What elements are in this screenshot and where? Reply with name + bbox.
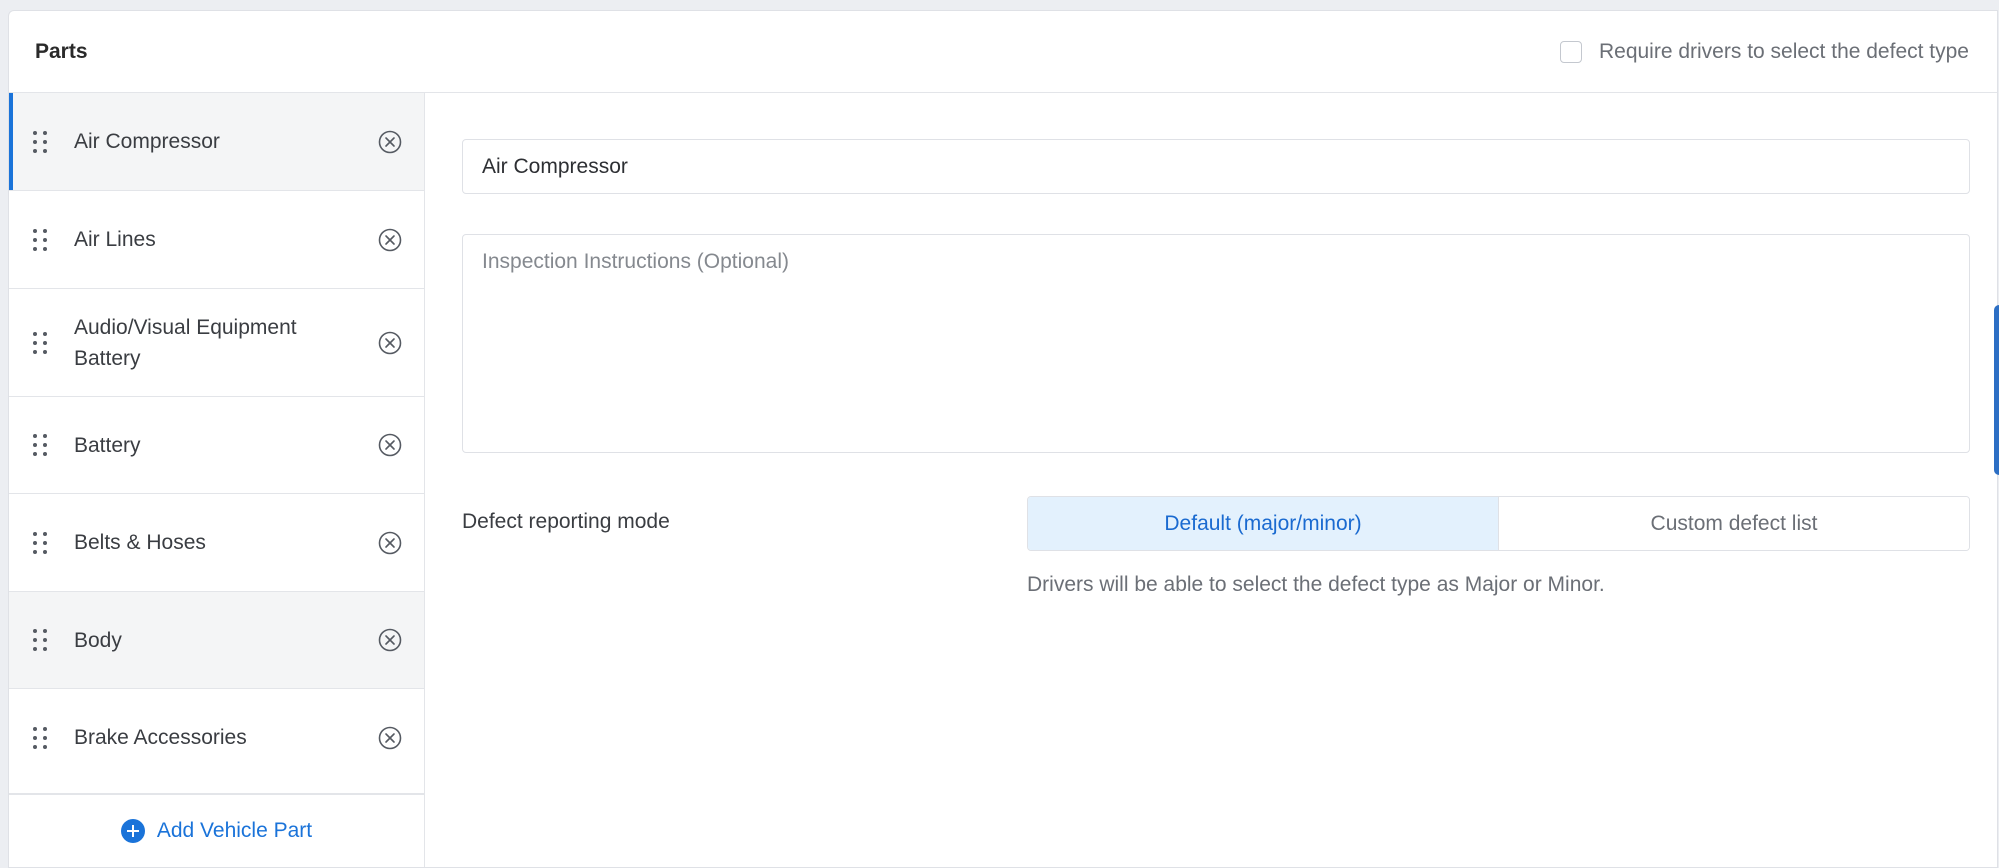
card-header: Parts Require drivers to select the defe… <box>9 11 1997 93</box>
remove-circle-icon[interactable] <box>378 433 402 457</box>
add-vehicle-part-button[interactable]: Add Vehicle Part <box>9 793 424 867</box>
mode-option-default[interactable]: Default (major/minor) <box>1028 497 1499 550</box>
part-item-label: Belts & Hoses <box>74 531 206 554</box>
page-title: Parts <box>35 39 88 63</box>
part-item-brake-accessories[interactable]: Brake Accessories <box>9 689 424 783</box>
drag-handle-icon[interactable] <box>33 331 49 354</box>
part-item-belts-hoses[interactable]: Belts & Hoses <box>9 494 424 592</box>
part-detail-panel: Defect reporting mode Default (major/min… <box>425 93 1997 867</box>
drag-handle-icon[interactable] <box>33 726 49 749</box>
remove-circle-icon[interactable] <box>378 331 402 355</box>
part-item-air-lines[interactable]: Air Lines <box>9 191 424 289</box>
part-item-label: Audio/Visual Equipment Battery <box>74 315 297 370</box>
part-item-air-compressor[interactable]: Air Compressor <box>9 93 424 191</box>
defect-mode-help-text: Drivers will be able to select the defec… <box>1027 573 1605 596</box>
drag-handle-icon[interactable] <box>33 434 49 456</box>
add-vehicle-part-label: Add Vehicle Part <box>156 819 313 842</box>
part-item-body[interactable]: Body <box>9 592 424 689</box>
side-drawer-tab[interactable] <box>1994 305 1999 475</box>
remove-circle-icon[interactable] <box>378 531 402 555</box>
inspection-instructions-input[interactable] <box>462 234 1970 453</box>
part-item-label: Brake Accessories <box>74 726 247 749</box>
drag-handle-icon[interactable] <box>33 629 49 651</box>
parts-card: Parts Require drivers to select the defe… <box>8 10 1998 868</box>
require-defect-type-checkbox[interactable] <box>1559 40 1582 63</box>
part-item-label: Body <box>74 628 122 652</box>
defect-reporting-mode-label: Defect reporting mode <box>462 510 670 533</box>
parts-sidebar: Air Compressor Air Lines Audio/Visual Eq… <box>9 93 425 867</box>
plus-circle-icon <box>120 819 145 843</box>
require-defect-type-label: Require drivers to select the defect typ… <box>1598 39 1969 63</box>
part-item-label: Air Lines <box>74 228 156 251</box>
part-name-input[interactable] <box>462 139 1970 194</box>
mode-option-custom[interactable]: Custom defect list <box>1499 497 1969 550</box>
remove-circle-icon[interactable] <box>378 726 402 750</box>
remove-circle-icon[interactable] <box>378 628 402 652</box>
parts-list: Air Compressor Air Lines Audio/Visual Eq… <box>9 93 424 783</box>
part-item-label: Battery <box>74 433 141 457</box>
drag-handle-icon[interactable] <box>33 228 49 251</box>
part-item-label: Air Compressor <box>74 130 220 153</box>
part-item-audio-visual-battery[interactable]: Audio/Visual Equipment Battery <box>9 289 424 397</box>
part-item-battery[interactable]: Battery <box>9 397 424 494</box>
remove-circle-icon[interactable] <box>378 130 402 154</box>
drag-handle-icon[interactable] <box>33 130 49 153</box>
require-defect-type-toggle[interactable]: Require drivers to select the defect typ… <box>1559 39 1969 64</box>
defect-mode-segmented-control: Default (major/minor) Custom defect list <box>1027 496 1970 551</box>
remove-circle-icon[interactable] <box>378 228 402 252</box>
drag-handle-icon[interactable] <box>33 531 49 554</box>
